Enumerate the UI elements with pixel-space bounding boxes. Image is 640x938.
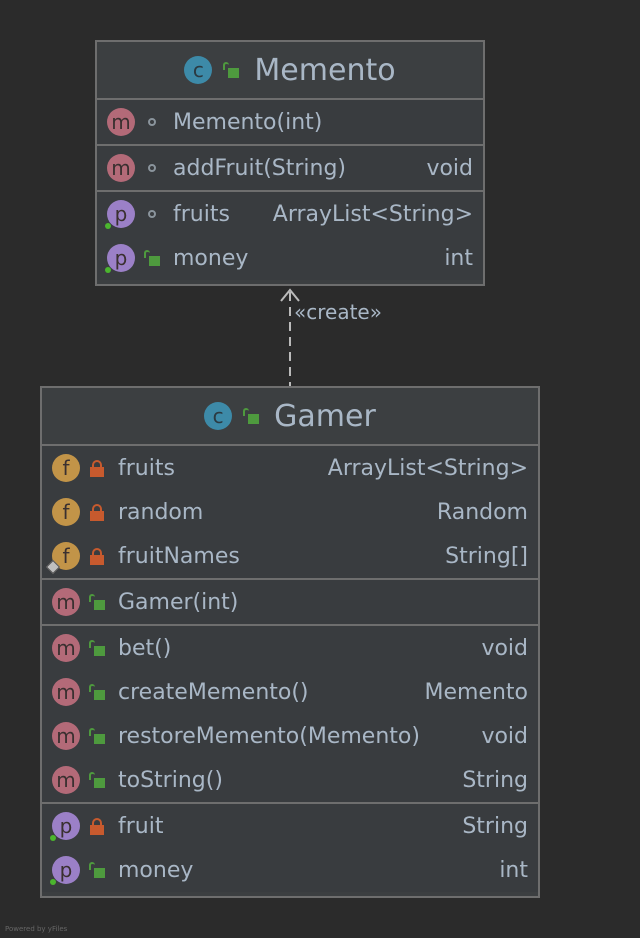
member-row[interactable]: p money int bbox=[42, 848, 538, 892]
member-type: ArrayList<String> bbox=[272, 201, 473, 227]
public-unlocked-icon bbox=[88, 771, 106, 789]
class-icon: c bbox=[204, 402, 233, 430]
member-type: String[] bbox=[445, 543, 528, 569]
member-type: Random bbox=[436, 499, 528, 525]
package-visibility-icon bbox=[143, 113, 161, 131]
member-type: void bbox=[426, 155, 473, 181]
public-unlocked-icon bbox=[88, 683, 106, 701]
class-name: Gamer bbox=[274, 398, 376, 434]
method-icon: m bbox=[52, 678, 80, 706]
member-type: void bbox=[481, 723, 528, 749]
member-name: fruits bbox=[118, 455, 175, 481]
member-name: Memento(int) bbox=[173, 109, 323, 135]
member-row[interactable]: m addFruit(String) void bbox=[97, 146, 483, 190]
member-name: fruit bbox=[118, 813, 164, 839]
class-header[interactable]: c Gamer bbox=[42, 388, 538, 446]
member-name: random bbox=[118, 499, 204, 525]
class-icon: c bbox=[184, 56, 213, 84]
private-lock-icon bbox=[88, 459, 106, 477]
field-icon: f bbox=[52, 498, 80, 526]
member-name: toString() bbox=[118, 767, 223, 793]
class-gamer[interactable]: c Gamer f fruits ArrayList<String> f random Ran… bbox=[40, 386, 540, 898]
private-lock-icon bbox=[88, 503, 106, 521]
member-name: createMemento() bbox=[118, 679, 309, 705]
member-row[interactable]: p money int bbox=[97, 236, 483, 280]
member-row[interactable]: p fruit String bbox=[42, 804, 538, 848]
member-section: m bet() void m createMemento() Memento m restor… bbox=[42, 626, 538, 804]
member-type: void bbox=[481, 635, 528, 661]
public-unlocked-icon bbox=[88, 593, 106, 611]
member-name: fruitNames bbox=[118, 543, 240, 569]
member-row[interactable]: f random Random bbox=[42, 490, 538, 534]
member-row[interactable]: m Memento(int) bbox=[97, 100, 483, 144]
member-row[interactable]: m createMemento() Memento bbox=[42, 670, 538, 714]
member-row[interactable]: m Gamer(int) bbox=[42, 580, 538, 624]
member-type: int bbox=[444, 245, 473, 271]
member-row[interactable]: m bet() void bbox=[42, 626, 538, 670]
package-visibility-icon bbox=[143, 205, 161, 223]
member-type: String bbox=[462, 813, 528, 839]
property-icon: p bbox=[105, 244, 135, 273]
public-unlocked-icon bbox=[143, 249, 161, 267]
member-row[interactable]: m restoreMemento(Memento) void bbox=[42, 714, 538, 758]
member-section: m addFruit(String) void bbox=[97, 146, 483, 192]
member-section: m Memento(int) bbox=[97, 100, 483, 146]
class-header[interactable]: c Memento bbox=[97, 42, 483, 100]
public-unlocked-icon bbox=[88, 639, 106, 657]
member-type: int bbox=[499, 857, 528, 883]
property-icon: p bbox=[50, 856, 80, 885]
member-name: money bbox=[173, 245, 249, 271]
package-visibility-icon bbox=[143, 159, 161, 177]
private-lock-icon bbox=[88, 547, 106, 565]
create-dependency-edge[interactable] bbox=[289, 292, 291, 386]
member-type: Memento bbox=[424, 679, 528, 705]
property-icon: p bbox=[50, 812, 80, 841]
member-name: fruits bbox=[173, 201, 230, 227]
class-memento[interactable]: c Memento m Memento(int) m addFruit(String) vo… bbox=[95, 40, 485, 286]
member-name: bet() bbox=[118, 635, 172, 661]
public-unlocked-icon bbox=[222, 61, 240, 79]
member-name: Gamer(int) bbox=[118, 589, 239, 615]
member-row[interactable]: f fruits ArrayList<String> bbox=[42, 446, 538, 490]
member-name: restoreMemento(Memento) bbox=[118, 723, 420, 749]
member-name: addFruit(String) bbox=[173, 155, 347, 181]
member-row[interactable]: m toString() String bbox=[42, 758, 538, 802]
method-icon: m bbox=[52, 766, 80, 794]
member-name: money bbox=[118, 857, 194, 883]
private-lock-icon bbox=[88, 817, 106, 835]
member-type: String bbox=[462, 767, 528, 793]
property-icon: p bbox=[105, 200, 135, 229]
member-section: f fruits ArrayList<String> f random Random f fr… bbox=[42, 446, 538, 580]
field-icon: f bbox=[52, 454, 80, 482]
member-section: m Gamer(int) bbox=[42, 580, 538, 626]
public-unlocked-icon bbox=[88, 727, 106, 745]
method-icon: m bbox=[52, 634, 80, 662]
member-section: p fruits ArrayList<String> p money int bbox=[97, 192, 483, 280]
class-name: Memento bbox=[254, 52, 396, 88]
method-icon: m bbox=[107, 108, 135, 136]
method-icon: m bbox=[52, 588, 80, 616]
member-row[interactable]: p fruits ArrayList<String> bbox=[97, 192, 483, 236]
method-icon: m bbox=[107, 154, 135, 182]
method-icon: m bbox=[52, 722, 80, 750]
public-unlocked-icon bbox=[88, 861, 106, 879]
member-type: ArrayList<String> bbox=[327, 455, 528, 481]
member-row[interactable]: f fruitNames String[] bbox=[42, 534, 538, 578]
edge-label: «create» bbox=[294, 300, 382, 324]
footer-credit: Powered by yFiles bbox=[5, 925, 68, 933]
field-icon: f bbox=[45, 542, 80, 575]
public-unlocked-icon bbox=[242, 407, 260, 425]
member-section: p fruit String p money int bbox=[42, 804, 538, 892]
